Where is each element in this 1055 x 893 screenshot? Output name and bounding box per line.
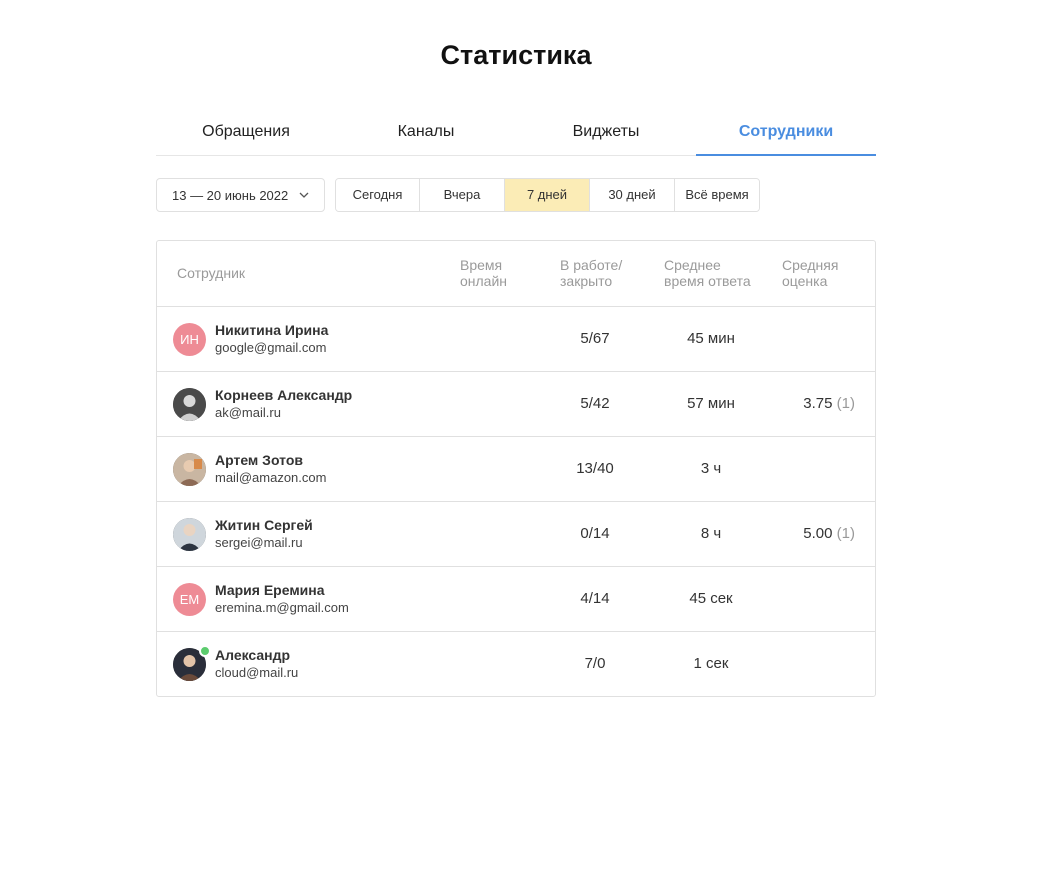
rating-value: 3.75 — [803, 395, 833, 412]
avatar: ЕМ — [173, 583, 206, 616]
table-row[interactable]: Александр cloud@mail.ru 7/0 1 сек — [157, 632, 875, 697]
in-work-closed: 5/42 — [580, 395, 610, 412]
avatar: ИН — [173, 323, 206, 356]
tabs-bar: Обращения Каналы Виджеты Сотрудники — [156, 110, 876, 156]
date-range-picker[interactable]: 13 — 20 июнь 2022 — [156, 178, 325, 212]
avg-rating: 5.00 (1) — [777, 502, 855, 566]
employee-email: google@gmail.com — [215, 340, 327, 355]
period-yesterday-button[interactable]: Вчера — [420, 179, 505, 211]
table-row[interactable]: ЕМ Мария Еремина eremina.m@gmail.com 4/1… — [157, 567, 875, 632]
header-avg-response[interactable]: Среднее время ответа — [664, 257, 751, 289]
in-work-closed: 5/67 — [580, 330, 610, 347]
table-row[interactable]: Корнеев Александр ak@mail.ru 5/42 57 мин… — [157, 372, 875, 437]
header-avg-response-line1: Среднее — [664, 257, 721, 273]
chevron-down-icon — [299, 192, 309, 198]
tab-employees[interactable]: Сотрудники — [696, 110, 876, 156]
employee-email: sergei@mail.ru — [215, 535, 303, 550]
rating-value: 5.00 — [803, 525, 833, 542]
tab-channels[interactable]: Каналы — [336, 110, 516, 155]
header-avg-response-line2: время ответа — [664, 273, 751, 289]
table-row[interactable]: ИН Никитина Ирина google@gmail.com 5/67 … — [157, 307, 875, 372]
table-row[interactable]: Житин Сергей sergei@mail.ru 0/14 8 ч 5.0… — [157, 502, 875, 567]
employee-email: cloud@mail.ru — [215, 665, 299, 680]
table-header: Сотрудник Время онлайн В работе/ закрыто… — [157, 241, 875, 307]
rating-count: (1) — [836, 395, 855, 412]
user-photo-icon — [173, 453, 206, 486]
employee-name: Корнеев Александр — [215, 387, 353, 403]
header-avg-rating-line2: оценка — [782, 273, 828, 289]
employee-name: Мария Еремина — [215, 582, 325, 598]
header-avg-rating[interactable]: Средняя оценка — [782, 257, 838, 289]
header-in-work-line2: закрыто — [560, 273, 613, 289]
in-work-closed: 7/0 — [584, 655, 606, 672]
header-online-time-line2: онлайн — [460, 273, 508, 289]
in-work-closed: 13/40 — [576, 460, 614, 477]
period-selector: Сегодня Вчера 7 дней 30 дней Всё время — [335, 178, 760, 212]
employee-email: mail@amazon.com — [215, 470, 327, 485]
employee-name: Житин Сергей — [215, 517, 313, 533]
employee-name: Никитина Ирина — [215, 322, 329, 338]
avatar — [173, 518, 206, 551]
avg-rating: 3.75 (1) — [777, 372, 855, 436]
table-row[interactable]: Артем Зотов mail@amazon.com 13/40 3 ч — [157, 437, 875, 502]
avg-response-time: 8 ч — [700, 525, 722, 542]
in-work-closed: 0/14 — [580, 525, 610, 542]
tab-widgets[interactable]: Виджеты — [516, 110, 696, 155]
user-photo-icon — [173, 518, 206, 551]
avg-response-time: 45 мин — [687, 330, 735, 347]
avatar — [173, 645, 211, 681]
employee-email: ak@mail.ru — [215, 405, 281, 420]
header-in-work-line1: В работе/ — [560, 257, 623, 273]
period-all-time-button[interactable]: Всё время — [675, 179, 759, 211]
employee-name: Артем Зотов — [215, 452, 303, 468]
date-range-label: 13 — 20 июнь 2022 — [172, 187, 289, 203]
online-dot-icon — [199, 645, 211, 657]
avg-response-time: 57 мин — [687, 395, 735, 412]
user-photo-icon — [173, 388, 206, 421]
header-online-time[interactable]: Время онлайн — [460, 257, 507, 289]
period-7-days-button[interactable]: 7 дней — [505, 179, 590, 211]
rating-count: (1) — [836, 525, 855, 542]
avatar — [173, 453, 206, 486]
header-employee[interactable]: Сотрудник — [177, 265, 245, 281]
avg-response-time: 45 сек — [689, 590, 733, 607]
avg-response-time: 1 сек — [693, 655, 729, 672]
employees-table: Сотрудник Время онлайн В работе/ закрыто… — [156, 240, 876, 697]
tab-requests[interactable]: Обращения — [156, 110, 336, 155]
period-today-button[interactable]: Сегодня — [336, 179, 420, 211]
employee-email: eremina.m@gmail.com — [215, 600, 349, 615]
employee-name: Александр — [215, 647, 291, 663]
header-avg-rating-line1: Средняя — [782, 257, 839, 273]
in-work-closed: 4/14 — [580, 590, 610, 607]
period-30-days-button[interactable]: 30 дней — [590, 179, 675, 211]
avg-response-time: 3 ч — [700, 460, 722, 477]
header-online-time-line1: Время — [460, 257, 503, 273]
avatar — [173, 388, 206, 421]
header-in-work[interactable]: В работе/ закрыто — [560, 257, 622, 289]
page-title: Статистика — [440, 40, 592, 70]
